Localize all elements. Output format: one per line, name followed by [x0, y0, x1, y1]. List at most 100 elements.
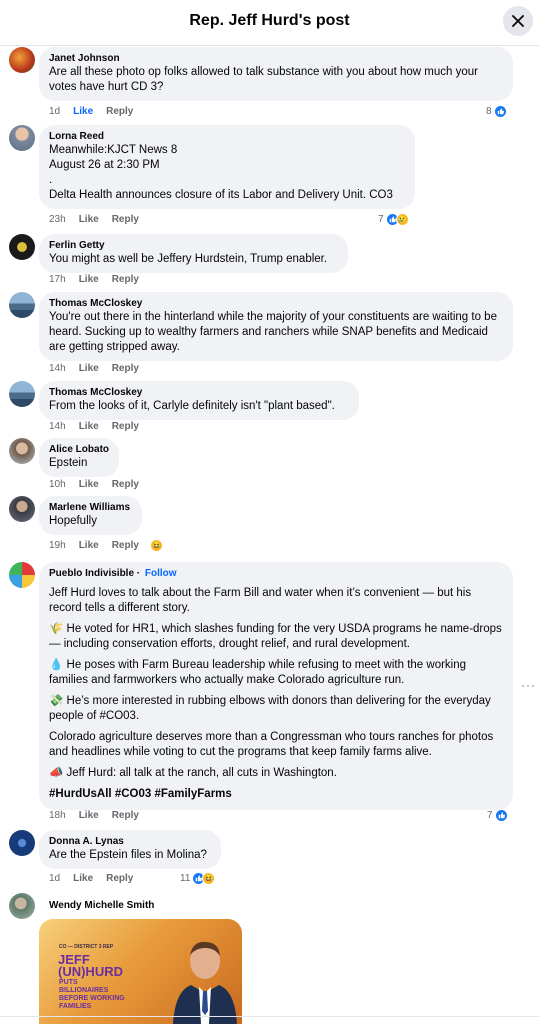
- comment-time[interactable]: 23h: [49, 214, 66, 225]
- like-button[interactable]: Like: [79, 540, 99, 551]
- comment-actions: 1d Like Reply: [49, 873, 146, 884]
- comment-bubble: Janet Johnson Are all these photo op fol…: [39, 47, 513, 101]
- reaction-summary[interactable]: 8: [486, 105, 507, 118]
- commenter-name[interactable]: Wendy Michelle Smith: [49, 899, 154, 912]
- comment-text: Hopefully: [49, 515, 97, 527]
- image-title-line: (UN)HURD: [58, 964, 123, 979]
- avatar[interactable]: [9, 381, 35, 407]
- comment-time[interactable]: 10h: [49, 479, 66, 490]
- commenter-name[interactable]: Donna A. Lynas: [49, 835, 211, 848]
- reaction-count: 7: [378, 214, 384, 225]
- avatar[interactable]: [9, 893, 35, 919]
- comment-bubble: Alice Lobato Epstein: [39, 438, 119, 477]
- reply-button[interactable]: Reply: [112, 363, 139, 374]
- like-button[interactable]: Like: [79, 479, 99, 490]
- reaction-summary[interactable]: 7 😢: [378, 213, 409, 226]
- hashtags[interactable]: #HurdUsAll #CO03 #FamilyFarms: [49, 787, 503, 802]
- commenter-name[interactable]: Janet Johnson: [49, 52, 503, 65]
- comment-text: Epstein: [49, 457, 88, 469]
- comment-bubble: Marlene Williams Hopefully: [39, 496, 142, 535]
- comment-paragraph: Jeff Hurd loves to talk about the Farm B…: [49, 587, 472, 614]
- commenter-name[interactable]: Alice Lobato: [49, 443, 109, 456]
- comment-paragraph: Colorado agriculture deserves more than …: [49, 731, 494, 758]
- comment-time[interactable]: 14h: [49, 421, 66, 432]
- commenter-name-text[interactable]: Pueblo Indivisible: [49, 568, 134, 579]
- close-icon: [512, 15, 524, 27]
- reply-button[interactable]: Reply: [112, 214, 139, 225]
- commenter-name[interactable]: Thomas McCloskey: [49, 297, 503, 310]
- like-button[interactable]: Like: [79, 810, 99, 821]
- comment-paragraph: 🌾 He voted for HR1, which slashes fundin…: [49, 623, 502, 650]
- comment-time[interactable]: 1d: [49, 106, 60, 117]
- like-button[interactable]: Like: [79, 214, 99, 225]
- avatar[interactable]: [9, 234, 35, 260]
- comment-time[interactable]: 18h: [49, 810, 66, 821]
- comment-bubble: Donna A. Lynas Are the Epstein files in …: [39, 830, 221, 869]
- follow-link[interactable]: Follow: [145, 568, 177, 579]
- comment-bubble: Lorna Reed Meanwhile:KJCT News 8 August …: [39, 125, 415, 209]
- comment-bubble: Thomas McCloskey From the looks of it, C…: [39, 381, 359, 420]
- like-button[interactable]: Like: [79, 274, 99, 285]
- comment-actions: 17h Like Reply: [49, 274, 152, 285]
- commenter-name[interactable]: Ferlin Getty: [49, 239, 338, 252]
- comment-time[interactable]: 17h: [49, 274, 66, 285]
- comment-time[interactable]: 19h: [49, 540, 66, 551]
- like-button[interactable]: Like: [79, 421, 99, 432]
- avatar[interactable]: [9, 438, 35, 464]
- avatar[interactable]: [9, 496, 35, 522]
- reply-button[interactable]: Reply: [112, 810, 139, 821]
- portrait-illustration: [173, 941, 237, 1024]
- comment-actions: 18h Like Reply: [49, 810, 152, 821]
- comment-actions: 23h Like Reply: [49, 214, 152, 225]
- reply-button[interactable]: Reply: [106, 873, 133, 884]
- close-button[interactable]: [503, 6, 533, 36]
- comment-time[interactable]: 1d: [49, 873, 60, 884]
- haha-reaction-icon: 😆: [202, 872, 216, 885]
- avatar[interactable]: [9, 562, 35, 588]
- reaction-summary[interactable]: 11 😆: [180, 872, 216, 885]
- image-tag-text: CO — DISTRICT 3 REP: [59, 944, 114, 950]
- commenter-name[interactable]: Thomas McCloskey: [49, 386, 349, 399]
- avatar[interactable]: [9, 125, 35, 151]
- reply-button[interactable]: Reply: [112, 421, 139, 432]
- comment-bubble: Ferlin Getty You might as well be Jeffer…: [39, 234, 348, 273]
- commenter-name[interactable]: Marlene Williams: [49, 501, 132, 514]
- comment-text: Are the Epstein files in Molina?: [49, 849, 207, 861]
- comment-text: Are all these photo op folks allowed to …: [49, 66, 478, 93]
- comment-text: You're out there in the hinterland while…: [49, 311, 497, 353]
- dialog-header: Rep. Jeff Hurd's post: [0, 0, 539, 46]
- like-button[interactable]: Like: [79, 363, 99, 374]
- comment-actions: 1d Like Reply: [49, 106, 146, 117]
- comment-text: .: [49, 174, 53, 186]
- reaction-summary[interactable]: 7: [487, 809, 508, 822]
- image-subtitle: PUTS BILLIONAIRES BEFORE WORKING FAMILIE…: [59, 979, 125, 1011]
- comment-actions: 10h Like Reply: [49, 479, 152, 490]
- avatar[interactable]: [9, 47, 35, 73]
- more-options-icon[interactable]: ···: [521, 678, 536, 692]
- like-button[interactable]: Like: [73, 106, 93, 117]
- reply-button[interactable]: Reply: [112, 540, 139, 551]
- reaction-summary[interactable]: 😆: [150, 539, 163, 552]
- comment-bubble: Thomas McCloskey You're out there in the…: [39, 292, 513, 361]
- reply-button[interactable]: Reply: [112, 274, 139, 285]
- comment-text: August 26 at 2:30 PM: [49, 159, 160, 171]
- like-button[interactable]: Like: [73, 873, 93, 884]
- like-reaction-icon: [494, 809, 508, 822]
- commenter-name[interactable]: Pueblo Indivisible · Follow: [49, 567, 503, 580]
- reply-button[interactable]: Reply: [112, 479, 139, 490]
- commenter-name[interactable]: Lorna Reed: [49, 130, 405, 143]
- comment-bubble: Pueblo Indivisible · Follow Jeff Hurd lo…: [39, 562, 513, 810]
- comment-actions: 14h Like Reply: [49, 363, 152, 374]
- image-title: JEFF (UN)HURD: [58, 953, 123, 979]
- image-subtitle-line: BILLIONAIRES: [59, 987, 109, 994]
- comment-image[interactable]: CO — DISTRICT 3 REP JEFF (UN)HURD PUTS B…: [39, 919, 242, 1024]
- comment-actions: 14h Like Reply: [49, 421, 152, 432]
- sad-reaction-icon: 😢: [395, 213, 409, 226]
- comment-text: Delta Health announces closure of its La…: [49, 189, 393, 201]
- comment-time[interactable]: 14h: [49, 363, 66, 374]
- avatar[interactable]: [9, 292, 35, 318]
- image-subtitle-line: PUTS: [59, 979, 78, 986]
- avatar[interactable]: [9, 830, 35, 856]
- reply-button[interactable]: Reply: [106, 106, 133, 117]
- image-subtitle-line: FAMILIES: [59, 1003, 92, 1010]
